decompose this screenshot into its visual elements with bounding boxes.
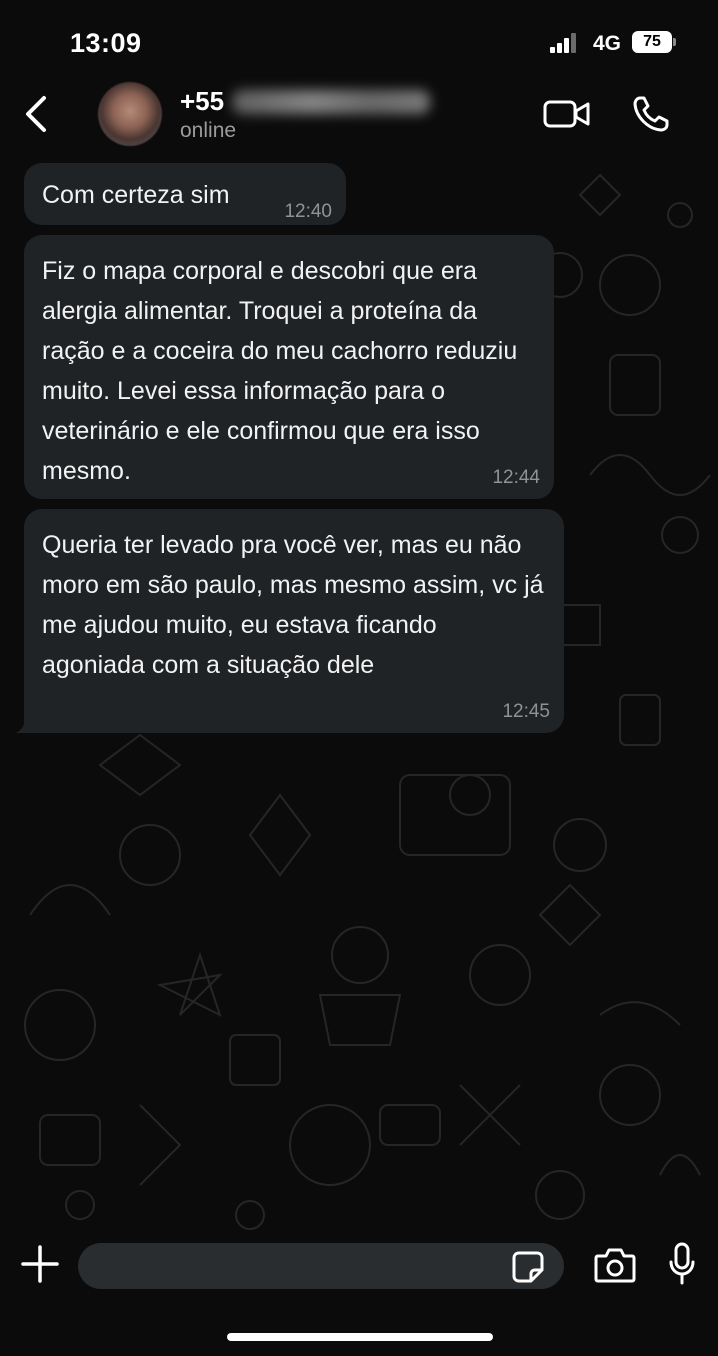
battery-icon: 75 — [632, 31, 676, 53]
plus-icon[interactable] — [20, 1244, 60, 1284]
message-bubble[interactable]: Com certeza sim 12:40 — [24, 163, 346, 225]
message-time: 12:45 — [502, 701, 550, 722]
phone-icon[interactable] — [632, 95, 670, 133]
battery-tip — [673, 38, 676, 46]
contact-status: online — [180, 119, 237, 142]
camera-icon[interactable] — [594, 1246, 636, 1284]
bubble-tail — [16, 711, 34, 733]
video-camera-icon[interactable] — [543, 98, 591, 130]
message-input[interactable] — [78, 1243, 564, 1289]
chat-screen: 13:09 4G 75 +55 online Com certeza sim 1… — [0, 0, 718, 1356]
chat-header: +55 online — [0, 82, 718, 155]
signal-strength-icon — [550, 33, 576, 53]
sticker-icon[interactable] — [511, 1250, 545, 1284]
network-type: 4G — [593, 32, 622, 55]
message-text: Fiz o mapa corporal e descobri que era a… — [42, 257, 518, 485]
home-indicator[interactable] — [227, 1333, 493, 1341]
status-time: 13:09 — [70, 28, 142, 58]
chevron-left-icon[interactable] — [20, 94, 54, 134]
message-text: Queria ter levado pra você ver, mas eu n… — [42, 531, 544, 679]
status-bar: 13:09 4G 75 — [0, 0, 718, 82]
message-bubble[interactable]: Queria ter levado pra você ver, mas eu n… — [24, 509, 564, 733]
message-time: 12:44 — [492, 467, 540, 488]
avatar[interactable] — [98, 82, 162, 146]
microphone-icon[interactable] — [668, 1242, 696, 1286]
message-time: 12:40 — [284, 201, 332, 222]
message-bubble[interactable]: Fiz o mapa corporal e descobri que era a… — [24, 235, 554, 499]
contact-name-redacted — [232, 90, 430, 114]
contact-name[interactable]: +55 — [180, 86, 224, 117]
battery-level: 75 — [632, 31, 672, 53]
